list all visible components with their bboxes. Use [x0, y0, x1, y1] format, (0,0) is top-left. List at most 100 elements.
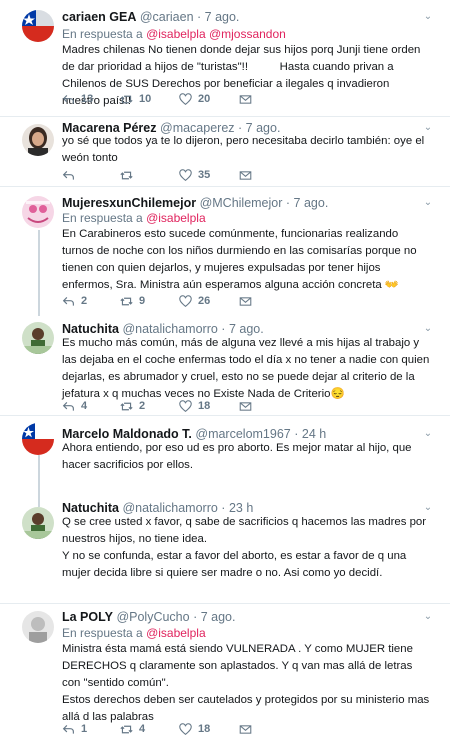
reply-prefix: En respuesta a [62, 27, 143, 41]
tweet-actions: 35 [62, 168, 432, 182]
retweet-button[interactable]: 10 [120, 92, 151, 106]
author-handle[interactable]: @marcelom1967 [195, 427, 290, 441]
avatar[interactable] [22, 196, 54, 228]
tweet-actions: 1 4 18 [62, 722, 432, 736]
reply-icon [62, 94, 74, 104]
tweet-4[interactable]: Marcelo Maldonado T. @marcelom1967 · 24 … [0, 415, 450, 497]
dm-button[interactable] [239, 92, 252, 106]
envelope-icon [239, 724, 252, 734]
heart-icon [179, 92, 192, 105]
avatar[interactable] [22, 124, 54, 156]
separator-dot: · [294, 427, 299, 441]
retweet-count: 10 [139, 93, 152, 105]
tweet-1[interactable]: Macarena Pérez @macaperez · 7 ago. ⌄ yo … [0, 116, 450, 186]
retweet-count: 2 [139, 400, 146, 412]
timestamp[interactable]: 7 ago. [294, 196, 329, 210]
retweet-button[interactable]: 4 [120, 722, 145, 736]
retweet-icon [120, 297, 133, 305]
reply-icon [62, 401, 74, 411]
retweet-count: 9 [139, 295, 146, 307]
tweet-0[interactable]: cariaen GEA @cariaen · 7 ago. ⌄ En respu… [0, 0, 450, 116]
retweet-icon [120, 171, 133, 179]
reply-mentions[interactable]: @isabelpla [146, 211, 206, 225]
like-button[interactable]: 18 [179, 722, 210, 736]
tweet-text: Es mucho más común, más de alguna vez ll… [62, 337, 430, 400]
chevron-down-icon[interactable]: ⌄ [422, 502, 434, 514]
reply-count: 13 [81, 93, 94, 105]
like-count: 18 [198, 400, 211, 412]
tweet-5[interactable]: Natuchita @natalichamorro · 23 h ⌄ Q se … [0, 497, 450, 603]
tweet-2[interactable]: MujeresxunChilemejor @MChilemejor · 7 ag… [0, 186, 450, 316]
avatar[interactable] [22, 322, 54, 354]
separator-dot: · [193, 610, 198, 624]
retweet-icon [120, 95, 133, 103]
tweet-text: En Carabineros esto sucede comúnmente, f… [62, 228, 417, 291]
author-handle[interactable]: @natalichamorro [122, 501, 217, 515]
author-handle[interactable]: @PolyCucho [116, 610, 189, 624]
retweet-button[interactable]: 9 [120, 294, 145, 308]
author-handle[interactable]: @MChilemejor [200, 196, 283, 210]
like-count: 18 [198, 723, 211, 735]
timestamp[interactable]: 24 h [302, 427, 326, 441]
reply-count: 1 [81, 723, 88, 735]
reply-button[interactable]: 1 [62, 722, 87, 736]
timestamp[interactable]: 23 h [229, 501, 253, 515]
tweet-actions: 13 10 20 [62, 92, 432, 106]
author-handle[interactable]: @natalichamorro [122, 322, 217, 336]
reply-icon [62, 170, 74, 180]
avatar[interactable] [22, 10, 54, 42]
chevron-down-icon[interactable]: ⌄ [422, 428, 434, 440]
reply-context: En respuesta a @isabelpla [62, 210, 206, 226]
retweet-button[interactable]: 2 [120, 399, 145, 413]
reply-button[interactable]: 2 [62, 294, 87, 308]
reply-mentions[interactable]: @isabelpla @mjossandon [146, 27, 286, 41]
chevron-down-icon[interactable]: ⌄ [422, 197, 434, 209]
chevron-down-icon[interactable]: ⌄ [422, 323, 434, 335]
avatar[interactable] [22, 423, 54, 455]
reply-context: En respuesta a @isabelpla [62, 625, 206, 641]
like-button[interactable]: 35 [179, 168, 210, 182]
envelope-icon [239, 94, 252, 104]
like-button[interactable]: 26 [179, 294, 210, 308]
dm-button[interactable] [239, 399, 252, 413]
separator-dot: · [221, 322, 226, 336]
tweet-6[interactable]: La POLY @PolyCucho · 7 ago. ⌄ En respues… [0, 603, 450, 740]
dm-button[interactable] [239, 722, 252, 736]
reply-icon [62, 296, 74, 306]
timestamp[interactable]: 7 ago. [201, 610, 236, 624]
author-name[interactable]: MujeresxunChilemejor [62, 196, 196, 210]
avatar[interactable] [22, 507, 54, 539]
author-name[interactable]: cariaen GEA [62, 10, 136, 24]
avatar[interactable] [22, 611, 54, 643]
author-name[interactable]: La POLY [62, 610, 113, 624]
dm-button[interactable] [239, 294, 252, 308]
author-name[interactable]: Natuchita [62, 322, 119, 336]
retweet-button[interactable] [120, 168, 139, 182]
dm-button[interactable] [239, 168, 252, 182]
chevron-down-icon[interactable]: ⌄ [422, 11, 434, 23]
timestamp[interactable]: 7 ago. [205, 10, 240, 24]
chevron-down-icon[interactable]: ⌄ [422, 611, 434, 623]
reply-button[interactable]: 13 [62, 92, 93, 106]
reply-prefix: En respuesta a [62, 626, 143, 640]
reply-button[interactable]: 4 [62, 399, 87, 413]
reply-count: 4 [81, 400, 88, 412]
reply-prefix: En respuesta a [62, 211, 143, 225]
reply-button[interactable] [62, 168, 81, 182]
like-button[interactable]: 20 [179, 92, 210, 106]
tweet-text: Q se cree usted x favor, q sabe de sacri… [62, 516, 427, 579]
like-count: 35 [198, 169, 211, 181]
tweet-3[interactable]: Natuchita @natalichamorro · 7 ago. ⌄ Es … [0, 316, 450, 412]
tweet-text: yo sé que todos ya te lo dijeron, pero n… [62, 135, 425, 164]
author-handle[interactable]: @cariaen [140, 10, 194, 24]
tweet-text: Ministra ésta mamá está siendo VULNERADA… [62, 643, 430, 723]
timestamp[interactable]: 7 ago. [229, 322, 264, 336]
author-name[interactable]: Natuchita [62, 501, 119, 515]
like-button[interactable]: 18 [179, 399, 210, 413]
reply-mentions[interactable]: @isabelpla [146, 626, 206, 640]
author-name[interactable]: Marcelo Maldonado T. [62, 427, 192, 441]
like-count: 26 [198, 295, 211, 307]
reply-context: En respuesta a @isabelpla @mjossandon [62, 26, 286, 42]
heart-icon [179, 722, 192, 735]
heart-icon [179, 399, 192, 412]
